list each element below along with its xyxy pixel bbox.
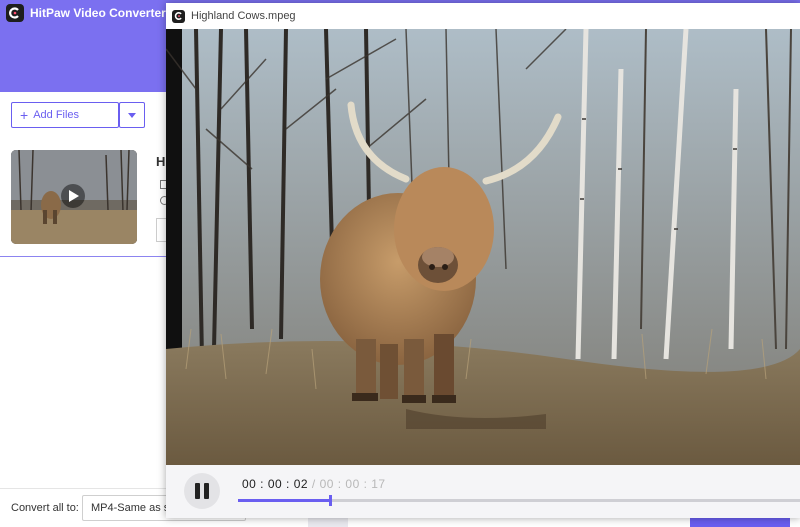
player-controls: 00 : 00 : 02 / 00 : 00 : 17 bbox=[166, 465, 800, 518]
chevron-down-icon bbox=[128, 112, 136, 118]
seek-handle[interactable] bbox=[328, 495, 332, 506]
pause-button[interactable] bbox=[184, 473, 220, 509]
app-logo-icon bbox=[6, 4, 24, 22]
seek-bar-fill bbox=[238, 499, 330, 502]
pause-icon bbox=[195, 483, 200, 499]
app-logo-icon bbox=[172, 9, 185, 23]
player-titlebar[interactable]: Highland Cows.mpeg bbox=[166, 3, 800, 29]
file-name: H bbox=[156, 154, 166, 169]
player-title: Highland Cows.mpeg bbox=[191, 10, 296, 22]
add-files-dropdown-button[interactable] bbox=[119, 102, 145, 128]
app-title: HitPaw Video Converter bbox=[30, 6, 166, 20]
video-player-window: Highland Cows.mpeg 00: 00: 02 / 00: 0… bbox=[166, 3, 800, 518]
add-files-button[interactable]: + Add Files bbox=[11, 102, 119, 128]
seek-bar[interactable] bbox=[238, 495, 800, 506]
video-thumbnail[interactable] bbox=[11, 150, 137, 244]
time-separator: / bbox=[308, 477, 320, 491]
plus-icon: + bbox=[20, 107, 29, 123]
convert-all-label: Convert all to: bbox=[11, 502, 79, 514]
video-frame[interactable] bbox=[166, 29, 800, 465]
current-time: 00 : 00 : 02 bbox=[242, 477, 309, 491]
total-time: 00 : 00 : 17 bbox=[319, 477, 386, 491]
pause-icon bbox=[204, 483, 209, 499]
add-files-label: Add Files bbox=[33, 109, 80, 121]
time-display: 00 : 00 : 02 / 00 : 00 : 17 bbox=[242, 477, 386, 491]
